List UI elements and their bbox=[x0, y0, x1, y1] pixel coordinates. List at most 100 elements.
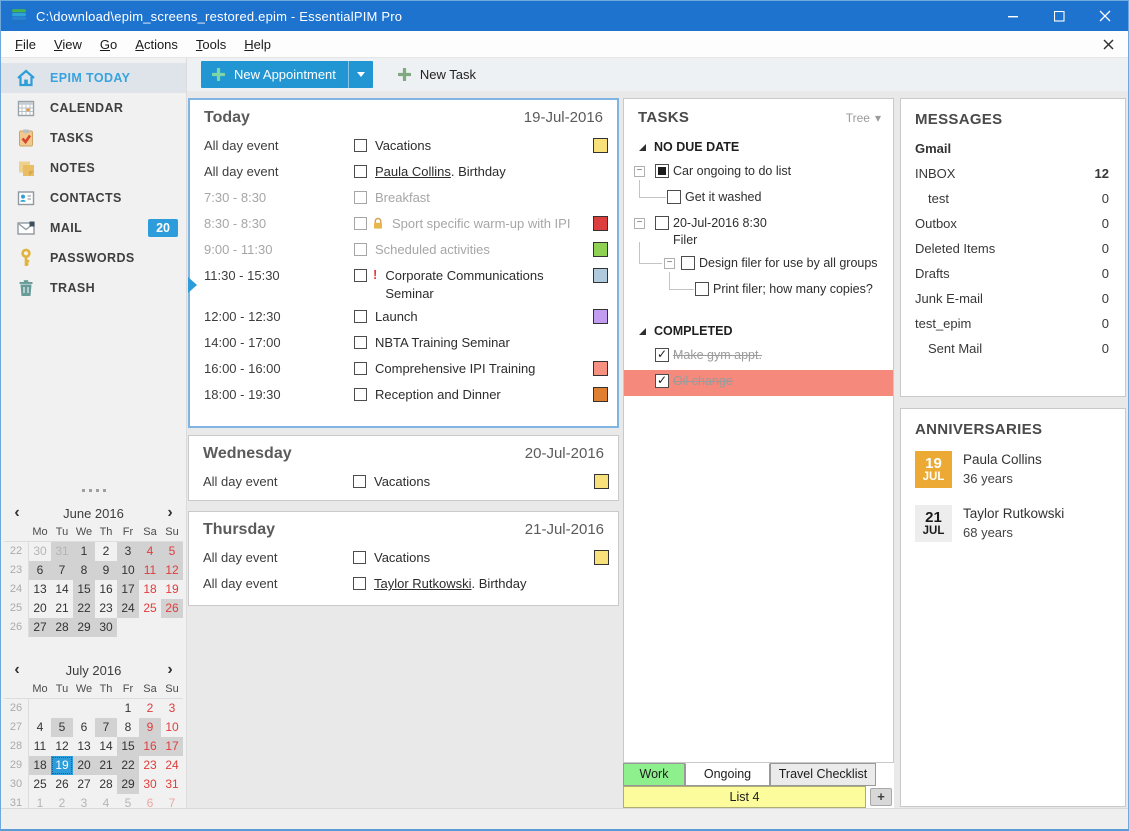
calendar-day[interactable]: 16 bbox=[139, 737, 161, 756]
event-checkbox[interactable] bbox=[353, 551, 366, 564]
prev-month-icon[interactable]: ‹ bbox=[4, 503, 30, 523]
calendar-day[interactable]: 9 bbox=[139, 718, 161, 737]
calendar-day[interactable]: 15 bbox=[117, 737, 139, 756]
event-checkbox[interactable] bbox=[354, 165, 367, 178]
mail-folder-row[interactable]: Junk E-mail0 bbox=[901, 286, 1125, 311]
calendar-day[interactable]: 27 bbox=[73, 775, 95, 794]
task-item[interactable]: Get it washed bbox=[624, 186, 893, 212]
calendar-day[interactable]: 10 bbox=[161, 718, 183, 737]
event-row[interactable]: All day eventPaula Collins. Birthday bbox=[190, 160, 617, 186]
calendar-day[interactable]: 6 bbox=[29, 561, 51, 580]
task-checkbox[interactable] bbox=[655, 374, 669, 388]
mail-folder-row[interactable]: INBOX12 bbox=[901, 161, 1125, 186]
new-appointment-button[interactable]: New Appointment bbox=[201, 61, 373, 88]
event-row[interactable]: All day eventTaylor Rutkowski. Birthday bbox=[189, 572, 618, 598]
calendar-day[interactable]: 14 bbox=[95, 737, 117, 756]
tab-travel-checklist[interactable]: Travel Checklist bbox=[770, 763, 876, 786]
task-item[interactable]: −20-Jul-2016 8:30Filer bbox=[624, 212, 893, 252]
mail-folder-row[interactable]: Sent Mail0 bbox=[901, 336, 1125, 361]
calendar-day[interactable]: 24 bbox=[117, 599, 139, 618]
event-checkbox[interactable] bbox=[353, 475, 366, 488]
calendar-day[interactable]: 15 bbox=[73, 580, 95, 599]
anniversary-entry[interactable]: 21JULTaylor Rutkowski68 years bbox=[901, 502, 1125, 545]
calendar-day[interactable]: 9 bbox=[95, 561, 117, 580]
task-item[interactable]: Print filer; how many copies? bbox=[624, 278, 893, 304]
menu-actions[interactable]: Actions bbox=[126, 33, 187, 56]
event-checkbox[interactable] bbox=[354, 362, 367, 375]
calendar-day[interactable]: 26 bbox=[161, 599, 183, 618]
event-checkbox[interactable] bbox=[354, 388, 367, 401]
calendar-day[interactable]: 14 bbox=[51, 580, 73, 599]
mail-folder-row[interactable]: Drafts0 bbox=[901, 261, 1125, 286]
calendar-day[interactable]: 23 bbox=[95, 599, 117, 618]
calendar-day[interactable]: 8 bbox=[117, 718, 139, 737]
calendar-day[interactable]: 8 bbox=[73, 561, 95, 580]
mail-account-row[interactable]: Gmail bbox=[901, 136, 1125, 161]
mail-folder-row[interactable]: Deleted Items0 bbox=[901, 236, 1125, 261]
calendar-day[interactable]: 7 bbox=[95, 718, 117, 737]
calendar-day[interactable]: 5 bbox=[51, 718, 73, 737]
task-item[interactable]: Make gym appt. bbox=[624, 344, 893, 370]
calendar-day[interactable]: 19 bbox=[51, 756, 73, 775]
event-checkbox[interactable] bbox=[354, 191, 367, 204]
calendar-day[interactable]: 31 bbox=[161, 775, 183, 794]
calendar-day[interactable]: 22 bbox=[73, 599, 95, 618]
calendar-day[interactable]: 1 bbox=[73, 542, 95, 561]
tab-ongoing[interactable]: Ongoing bbox=[685, 763, 770, 786]
event-row[interactable]: 11:30 - 15:30!Corporate Communications S… bbox=[190, 264, 617, 305]
calendar-day[interactable]: 12 bbox=[161, 561, 183, 580]
task-checkbox[interactable] bbox=[655, 164, 669, 178]
calendar-day[interactable]: 28 bbox=[51, 618, 73, 637]
calendar-day[interactable]: 13 bbox=[29, 580, 51, 599]
calendar-day[interactable]: 1 bbox=[117, 699, 139, 718]
tree-expander-icon[interactable]: − bbox=[634, 218, 645, 229]
calendar-day[interactable]: 18 bbox=[139, 580, 161, 599]
calendar-day[interactable]: 3 bbox=[117, 542, 139, 561]
menu-tools[interactable]: Tools bbox=[187, 33, 235, 56]
sidebar-splitter[interactable] bbox=[1, 489, 186, 492]
tab-work[interactable]: Work bbox=[623, 763, 685, 786]
task-checkbox[interactable] bbox=[695, 282, 709, 296]
new-appointment-dropdown[interactable] bbox=[348, 61, 373, 88]
calendar-day[interactable]: 11 bbox=[139, 561, 161, 580]
calendar-day[interactable]: 25 bbox=[29, 775, 51, 794]
sidebar-item-trash[interactable]: TRASH bbox=[1, 273, 186, 303]
calendar-day[interactable]: 19 bbox=[161, 580, 183, 599]
calendar-day[interactable]: 29 bbox=[117, 775, 139, 794]
task-checkbox[interactable] bbox=[655, 348, 669, 362]
calendar-day[interactable]: 18 bbox=[29, 756, 51, 775]
prev-month-icon[interactable]: ‹ bbox=[4, 660, 30, 680]
event-row[interactable]: All day eventVacations bbox=[190, 134, 617, 160]
event-row[interactable]: 16:00 - 16:00Comprehensive IPI Training bbox=[190, 357, 617, 383]
sidebar-item-calendar[interactable]: CALENDAR bbox=[1, 93, 186, 123]
calendar-day[interactable]: 17 bbox=[161, 737, 183, 756]
calendar-day[interactable]: 21 bbox=[95, 756, 117, 775]
event-row[interactable]: 14:00 - 17:00NBTA Training Seminar bbox=[190, 331, 617, 357]
tree-expander-icon[interactable]: − bbox=[634, 166, 645, 177]
calendar-day[interactable]: 7 bbox=[51, 561, 73, 580]
calendar-day[interactable]: 20 bbox=[73, 756, 95, 775]
event-checkbox[interactable] bbox=[354, 336, 367, 349]
calendar-day[interactable]: 29 bbox=[73, 618, 95, 637]
calendar-day[interactable]: 11 bbox=[29, 737, 51, 756]
calendar-day[interactable]: 2 bbox=[139, 699, 161, 718]
contact-link[interactable]: Paula Collins bbox=[375, 164, 451, 179]
new-task-button[interactable]: New Task bbox=[390, 63, 484, 86]
tree-view-dropdown[interactable]: Tree ▾ bbox=[846, 111, 881, 125]
event-row[interactable]: 18:00 - 19:30Reception and Dinner bbox=[190, 383, 617, 409]
sidebar-item-passwords[interactable]: PASSWORDS bbox=[1, 243, 186, 273]
task-group-header[interactable]: NO DUE DATE bbox=[624, 134, 893, 160]
calendar-day[interactable]: 23 bbox=[139, 756, 161, 775]
task-group-header[interactable]: COMPLETED bbox=[624, 318, 893, 344]
event-row[interactable]: All day eventVacations bbox=[189, 546, 618, 572]
titlebar[interactable]: C:\download\epim_screens_restored.epim -… bbox=[1, 1, 1128, 31]
calendar-day[interactable]: 25 bbox=[139, 599, 161, 618]
task-checkbox[interactable] bbox=[655, 216, 669, 230]
mail-folder-row[interactable]: Outbox0 bbox=[901, 211, 1125, 236]
add-list-button[interactable]: + bbox=[870, 788, 892, 806]
new-appointment-main[interactable]: New Appointment bbox=[201, 61, 348, 88]
calendar-day[interactable]: 26 bbox=[51, 775, 73, 794]
event-checkbox[interactable] bbox=[353, 577, 366, 590]
calendar-day[interactable]: 17 bbox=[117, 580, 139, 599]
calendar-day[interactable]: 2 bbox=[95, 542, 117, 561]
